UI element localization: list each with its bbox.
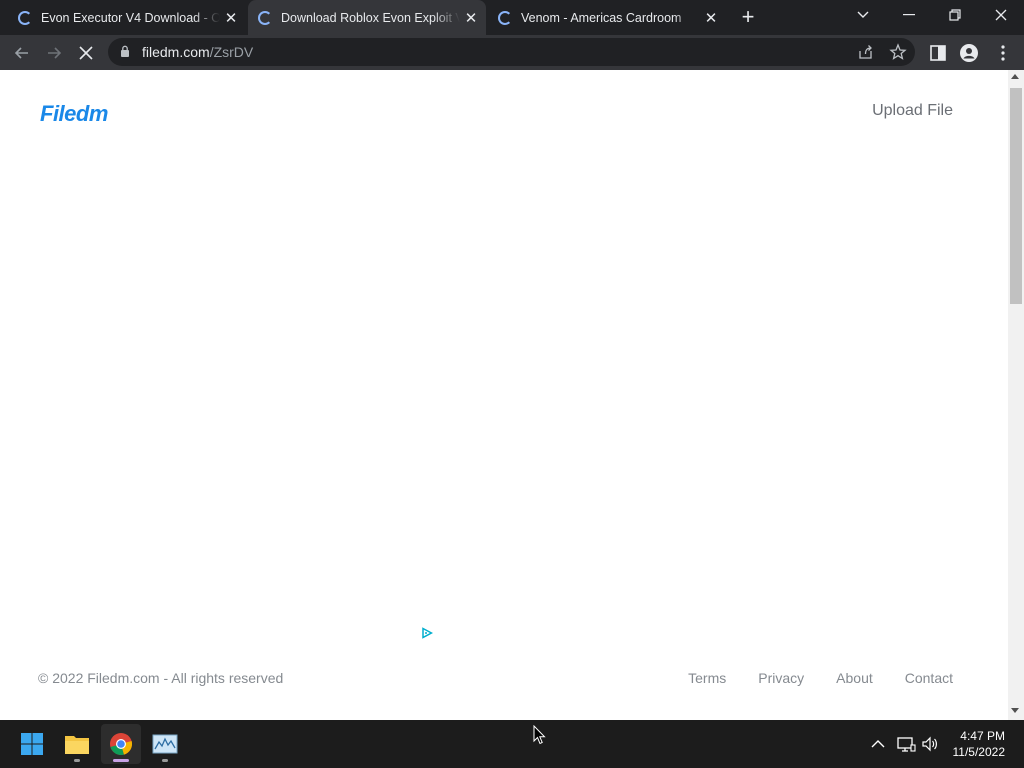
windows-taskbar: 4:47 PM 11/5/2022 (0, 720, 1024, 768)
close-tab-icon[interactable]: ✕ (700, 9, 722, 27)
new-tab-button[interactable]: + (737, 4, 759, 30)
footer-link-about[interactable]: About (836, 670, 873, 686)
url-host: filedm.com (142, 44, 210, 60)
close-window-button[interactable] (978, 0, 1024, 30)
tab-strip: Evon Executor V4 Download - Offi ✕ Downl… (0, 0, 1024, 35)
folder-icon (65, 736, 89, 754)
loading-spinner-icon (258, 10, 272, 25)
scrollbar-thumb[interactable] (1010, 88, 1022, 304)
tab-title: Evon Executor V4 Download - Offi (41, 10, 220, 25)
taskbar-chrome[interactable] (101, 724, 141, 764)
windows-logo-icon (21, 733, 43, 755)
loading-spinner-icon (18, 10, 32, 25)
close-icon (995, 9, 1007, 21)
chrome-icon (110, 733, 133, 755)
restore-button[interactable] (932, 0, 978, 30)
scroll-up-arrow-icon[interactable] (1011, 74, 1019, 79)
running-indicator (74, 759, 80, 762)
share-icon[interactable] (857, 43, 875, 61)
clock-time: 4:47 PM (960, 729, 1005, 743)
minimize-icon (903, 14, 915, 16)
loading-spinner-icon (498, 10, 512, 25)
close-tab-icon[interactable]: ✕ (220, 9, 242, 27)
footer-link-terms[interactable]: Terms (688, 670, 726, 686)
footer-link-privacy[interactable]: Privacy (758, 670, 804, 686)
side-panel-icon[interactable] (928, 43, 948, 63)
copyright-text: © 2022 Filedm.com - All rights reserved (38, 670, 284, 686)
browser-toolbar: filedm.com/ZsrDV (0, 35, 1024, 70)
taskbar-file-explorer[interactable] (57, 724, 97, 764)
profile-icon[interactable] (959, 43, 979, 63)
volume-icon[interactable] (920, 734, 940, 754)
address-bar[interactable]: filedm.com/ZsrDV (108, 38, 915, 66)
tab-title: Download Roblox Evon Exploit V4 (281, 10, 460, 25)
mouse-pointer-icon (533, 725, 546, 745)
minimize-button[interactable] (886, 0, 932, 30)
stop-loading-button[interactable] (72, 39, 100, 67)
bookmark-star-icon[interactable] (889, 43, 907, 61)
stop-icon (79, 46, 93, 60)
arrow-right-icon (48, 47, 62, 59)
system-clock[interactable]: 4:47 PM 11/5/2022 (953, 728, 1006, 760)
url-text[interactable]: filedm.com/ZsrDV (142, 44, 253, 60)
footer-nav: Terms Privacy About Contact (688, 670, 953, 686)
close-tab-icon[interactable]: ✕ (460, 9, 482, 27)
tab-search-button[interactable] (840, 0, 886, 30)
lock-icon[interactable] (120, 45, 130, 58)
footer-link-contact[interactable]: Contact (905, 670, 953, 686)
activity-chart-icon (152, 734, 178, 754)
tab-roblox-evon-exploit[interactable]: Download Roblox Evon Exploit V4 ✕ (248, 0, 486, 35)
start-button[interactable] (12, 724, 52, 764)
network-icon[interactable] (896, 734, 916, 754)
running-indicator (113, 759, 129, 762)
menu-kebab-icon[interactable] (993, 43, 1013, 63)
show-hidden-icons-chevron-up-icon[interactable] (868, 734, 888, 754)
back-button[interactable] (8, 39, 36, 67)
tab-evon-executor[interactable]: Evon Executor V4 Download - Offi ✕ (8, 0, 246, 35)
scroll-down-arrow-icon[interactable] (1011, 708, 1019, 713)
chevron-down-icon (857, 11, 869, 18)
taskbar-monitor-app[interactable] (145, 724, 185, 764)
tab-venom-americas-cardroom[interactable]: Venom - Americas Cardroom ✕ (488, 0, 726, 35)
clock-date: 11/5/2022 (952, 745, 1006, 759)
forward-button[interactable] (40, 39, 68, 67)
upload-file-link[interactable]: Upload File (872, 102, 953, 120)
url-path: /ZsrDV (209, 44, 254, 60)
site-logo[interactable]: Filedm (40, 101, 108, 127)
restore-icon (949, 9, 961, 21)
running-indicator (162, 759, 168, 762)
tab-title: Venom - Americas Cardroom (521, 10, 682, 25)
web-page: Filedm Upload File © 2022 Filedm.com - A… (0, 70, 1008, 720)
ad-choices-icon[interactable] (421, 627, 433, 639)
arrow-left-icon (14, 47, 28, 59)
